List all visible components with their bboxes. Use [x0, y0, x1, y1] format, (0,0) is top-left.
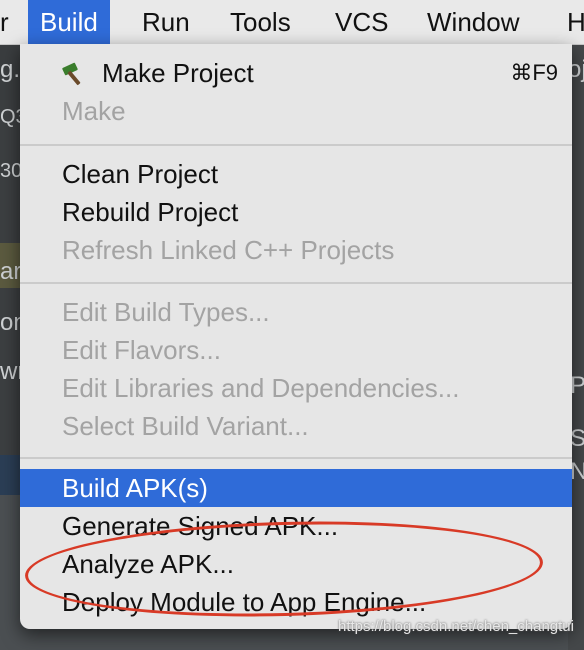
menu-separator: [20, 457, 572, 459]
menu-item-label: Make Project: [102, 58, 254, 88]
menu-vcs[interactable]: VCS: [323, 0, 400, 44]
menu-separator: [20, 144, 572, 146]
menu-item-label: Clean Project: [62, 159, 219, 189]
menu-help-partial[interactable]: H: [555, 0, 584, 44]
menu-item-make-project[interactable]: Make Project ⌘F9: [20, 54, 572, 92]
menu-item-label: Edit Libraries and Dependencies...: [62, 373, 460, 403]
menu-item-clean-project[interactable]: Clean Project: [20, 155, 572, 193]
menu-item-edit-flavors[interactable]: Edit Flavors...: [20, 331, 572, 369]
menu-item-build-apk[interactable]: Build APK(s): [20, 469, 572, 507]
menu-run[interactable]: Run: [130, 0, 202, 44]
menu-item-label: Refresh Linked C++ Projects: [62, 235, 395, 265]
bg-fragment: 30: [0, 160, 23, 182]
menu-separator: [20, 282, 572, 284]
menu-item-label: Edit Build Types...: [62, 297, 270, 327]
menu-build[interactable]: Build: [28, 0, 110, 44]
menu-window[interactable]: Window: [415, 0, 531, 44]
menu-item-label: Make: [62, 96, 126, 126]
menu-bar-item-partial[interactable]: r: [0, 0, 21, 44]
menu-item-shortcut: ⌘F9: [510, 60, 558, 85]
menu-item-select-build-variant[interactable]: Select Build Variant...: [20, 407, 572, 445]
menu-item-rebuild-project[interactable]: Rebuild Project: [20, 193, 572, 231]
bg-fragment: ar: [0, 258, 22, 285]
watermark: https://blog.csdn.net/chen_changtui: [337, 618, 574, 635]
bg-fragment: S: [570, 425, 584, 452]
menu-item-refresh-cpp[interactable]: Refresh Linked C++ Projects: [20, 231, 572, 269]
hammer-icon: [62, 62, 81, 86]
menu-bar: r Build Run Tools VCS Window H: [0, 0, 584, 45]
menu-item-label: Build APK(s): [62, 473, 208, 503]
menu-item-label: Rebuild Project: [62, 197, 239, 227]
menu-tools[interactable]: Tools: [218, 0, 303, 44]
menu-item-label: Select Build Variant...: [62, 411, 309, 441]
menu-item-edit-libraries[interactable]: Edit Libraries and Dependencies...: [20, 369, 572, 407]
bg-fragment: N: [570, 458, 584, 485]
menu-item-label: Edit Flavors...: [62, 335, 221, 365]
bg-fragment: g.: [0, 56, 21, 83]
menu-item-edit-build-types[interactable]: Edit Build Types...: [20, 293, 572, 331]
menu-item-make[interactable]: Make: [20, 92, 572, 130]
bg-fragment: P: [570, 372, 584, 399]
